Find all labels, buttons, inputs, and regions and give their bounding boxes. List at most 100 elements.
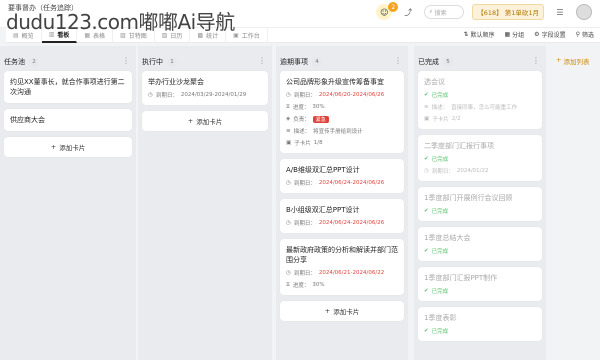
clock-icon: ◷	[286, 180, 291, 186]
task-card[interactable]: B小组级双汇总PPT设计 ◷ 到期日： 2024/06/24-2024/06/26	[280, 199, 404, 233]
task-card[interactable]: 约见XX董事长，就合作事项进行第二次沟通	[4, 71, 132, 103]
group-icon: ▦	[504, 31, 511, 38]
sort-button[interactable]: ⇅ 默认顺序	[463, 30, 494, 39]
column-menu-icon[interactable]: ⋮	[394, 56, 402, 65]
task-card[interactable]: 公司品牌形象升级宣传筹备事宜 ◷ 到期日： 2024/06/20-2024/06/2…	[280, 71, 404, 153]
column-overdue: 逾期事项 4 ⋮ 公司品牌形象升级宣传筹备事宜 ◷ 到期日： 2024/06/20-20…	[280, 56, 404, 321]
column-menu-icon[interactable]: ⋮	[122, 56, 130, 65]
card-title: 举办行业沙龙聚会	[148, 78, 204, 86]
header-tools: ☺ 2 ⤴ ⌕ 搜索 【618】 第1单砍1月 ☰	[376, 2, 592, 20]
task-card[interactable]: 1季度总结大会 ✔ 已完成	[418, 227, 542, 261]
promo-badge[interactable]: 【618】 第1单砍1月	[472, 4, 544, 20]
task-card[interactable]: A/B维级双汇总PPT设计 ◷ 到期日： 2024/06/24-2024/06/26	[280, 159, 404, 193]
card-due-date: ◷ 到期日： 2024/06/24-2024/06/26	[286, 180, 385, 187]
clock-icon: ◷	[286, 92, 291, 98]
subcard-icon: ▣	[424, 116, 430, 122]
search-input[interactable]: ⌕ 搜索	[424, 5, 465, 19]
task-card[interactable]: 举办行业沙龙聚会 ◷ 到期日： 2024/03/29-2024/01/29	[142, 71, 268, 105]
card-title: 最新政府政策的分析和解读并部门范围分享	[286, 246, 398, 264]
check-icon: ✔	[424, 156, 429, 162]
task-card[interactable]: 最新政府政策的分析和解读并部门范围分享 ◷ 到期日： 2024/06/21-2024…	[280, 239, 404, 295]
card-due-date: ◷ 到期日： 2024/06/21-2024/06/22	[286, 270, 385, 277]
subcard-icon: ▣	[286, 140, 292, 146]
card-status: ✔ 已完成	[424, 156, 449, 163]
column-count: 5	[443, 57, 453, 67]
note-icon: ≡	[286, 128, 291, 134]
clock-icon: ◷	[424, 168, 429, 174]
task-card[interactable]: 1季度部门汇报PPT制作 ✔ 已完成	[418, 267, 542, 301]
plus-icon: +	[50, 143, 57, 151]
card-status: ✔ 已完成	[424, 208, 449, 215]
column-count: 2	[29, 57, 39, 67]
task-card[interactable]: 二季度部门汇报行事项 ✔ 已完成 ◷ 到期日： 2024/01/22	[418, 135, 542, 181]
card-subcards: ▣ 子卡片 1/8	[286, 140, 323, 147]
filter-icon: ⚲	[575, 31, 580, 38]
plus-icon: +	[556, 56, 562, 64]
column-header: 执行中 1 ⋮	[142, 56, 266, 67]
column-count: 1	[167, 57, 177, 67]
add-card-button[interactable]: + 添加卡片	[4, 137, 132, 157]
check-icon: ✔	[424, 248, 429, 254]
task-card[interactable]: 1季度表彰 ✔ 已完成	[418, 307, 542, 341]
add-list-button[interactable]: + 添加列表	[556, 56, 589, 66]
field-settings-button[interactable]: ⚙ 字段设置	[534, 30, 565, 39]
card-title: 约见XX董事长，就合作事项进行第二次沟通	[10, 78, 125, 96]
card-owner: ◈ 负责： 紧急	[286, 115, 398, 123]
plus-icon: +	[324, 307, 331, 315]
clock-icon: ◷	[286, 270, 291, 276]
column-completed: 已完成 5 ⋮ 选会议 ✔ 已完成 ≡ 描述： 直接同事，怎么可能重工作 ▣ 子卡片 2/2 …	[418, 56, 542, 347]
card-title: 公司品牌形象升级宣传筹备事宜	[286, 78, 384, 86]
card-title: A/B维级双汇总PPT设计	[286, 166, 360, 174]
card-due-date: ◷ 到期日： 2024/01/22	[424, 168, 489, 175]
progress-icon: ⧖	[286, 103, 290, 110]
task-card[interactable]: 供应商大会	[4, 109, 132, 131]
tag-icon: ◈	[286, 116, 291, 122]
column-menu-icon[interactable]: ⋮	[532, 56, 540, 65]
filter-button[interactable]: ⚲ 筛选	[576, 30, 594, 39]
card-status: ✔ 已完成	[424, 288, 449, 295]
urgent-tag: 紧急	[312, 115, 329, 123]
card-title: 1季度总结大会	[424, 234, 471, 242]
card-due-date: ◷ 到期日： 2024/06/20-2024/06/26	[286, 92, 385, 99]
card-due-date: ◷ 到期日： 2024/06/24-2024/06/26	[286, 220, 385, 227]
card-status: ✔ 已完成	[424, 248, 449, 255]
card-progress: ⧖ 进度： 30%	[286, 103, 325, 112]
card-remark: ≡ 描述： 直接同事，怎么可能重工作	[424, 104, 518, 111]
check-icon: ✔	[424, 208, 429, 214]
check-icon: ✔	[424, 328, 429, 334]
card-title: 二季度部门汇报行事项	[424, 142, 494, 150]
card-due-date: ◷ 到期日： 2024/03/29-2024/01/29	[148, 92, 247, 99]
note-icon: ≡	[424, 104, 429, 110]
add-card-button[interactable]: + 添加卡片	[142, 111, 268, 131]
task-card[interactable]: 1季度部门开展例行会议回顾 ✔ 已完成	[418, 187, 542, 221]
avatar[interactable]	[576, 4, 592, 20]
group-button[interactable]: ▦ 分组	[504, 30, 524, 39]
column-header: 逾期事项 4 ⋮	[280, 56, 402, 67]
card-status: ✔ 已完成	[424, 328, 449, 335]
column-count: 4	[312, 57, 322, 67]
clock-icon: ◷	[286, 220, 291, 226]
task-card[interactable]: 选会议 ✔ 已完成 ≡ 描述： 直接同事，怎么可能重工作 ▣ 子卡片 2/2	[418, 71, 542, 129]
plus-icon: +	[187, 117, 194, 125]
check-icon: ✔	[424, 92, 429, 98]
check-icon: ✔	[424, 288, 429, 294]
card-remark: ≡ 描述： 将宣传手册给到设计	[286, 128, 363, 135]
card-progress: ⧖ 进度： 30%	[286, 281, 325, 290]
card-status: ✔ 已完成	[424, 92, 449, 99]
clock-icon: ◷	[148, 92, 153, 98]
column-task-pool: 任务池 2 ⋮ 约见XX董事长，就合作事项进行第二次沟通 供应商大会 + 添加卡片	[4, 56, 132, 157]
settings-icon: ⚙	[534, 31, 540, 38]
watermark: dudu123.com嘟嘟Ai导航	[6, 10, 235, 34]
add-card-button[interactable]: + 添加卡片	[280, 301, 404, 321]
notification-badge: 2	[388, 2, 399, 12]
sort-icon: ⇅	[463, 31, 469, 38]
card-title: 选会议	[424, 78, 445, 86]
menu-icon[interactable]: ☰	[552, 4, 568, 20]
search-icon: ⌕	[429, 8, 433, 15]
card-title: 1季度部门开展例行会议回顾	[424, 194, 513, 202]
card-subcards: ▣ 子卡片 2/2	[424, 116, 461, 123]
column-menu-icon[interactable]: ⋮	[258, 56, 266, 65]
share-icon[interactable]: ⤴	[400, 4, 416, 20]
column-header: 任务池 2 ⋮	[4, 56, 130, 67]
progress-icon: ⧖	[286, 281, 290, 288]
